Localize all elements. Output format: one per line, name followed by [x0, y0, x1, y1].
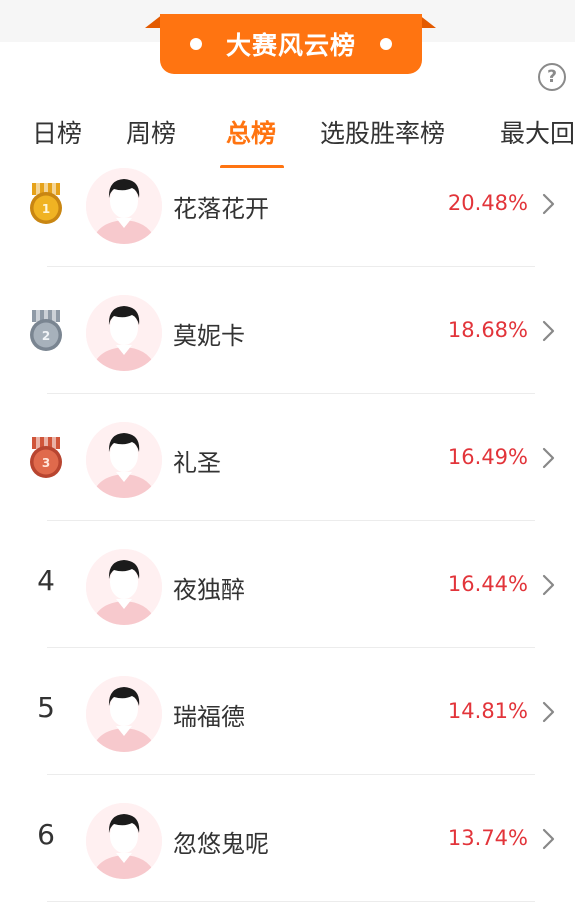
return-rate: 14.81% — [447, 699, 528, 723]
return-rate: 13.74% — [447, 826, 528, 850]
banner-dot-left — [189, 38, 202, 50]
return-rate: 18.68% — [447, 318, 528, 342]
player-name: 莫妮卡 — [173, 322, 245, 350]
avatar[interactable] — [86, 422, 162, 498]
chevron-right-icon[interactable] — [540, 319, 556, 343]
banner: 大赛风云榜 — [160, 14, 422, 74]
ranking-row[interactable]: 6 忽悠鬼呢 13.74% — [0, 775, 575, 902]
rank-number: 4 — [37, 564, 55, 597]
avatar[interactable] — [86, 549, 162, 625]
player-name: 花落花开 — [173, 195, 269, 223]
ranking-row[interactable]: 2 莫妮卡 18.68% — [0, 267, 575, 394]
return-rate: 20.48% — [447, 191, 528, 215]
return-rate: 16.49% — [447, 445, 528, 469]
banner-title: 大赛风云榜 — [225, 31, 356, 60]
ranking-row[interactable]: 4 夜独醉 16.44% — [0, 521, 575, 648]
ranking-row[interactable]: 1 花落花开 20.48% — [0, 140, 575, 267]
avatar[interactable] — [86, 295, 162, 371]
player-name: 礼圣 — [173, 449, 221, 477]
ranking-row[interactable]: 3 礼圣 16.49% — [0, 394, 575, 521]
ranking-row[interactable]: 5 瑞福德 14.81% — [0, 648, 575, 775]
avatar[interactable] — [86, 168, 162, 244]
svg-text:2: 2 — [42, 329, 50, 343]
return-rate: 16.44% — [447, 572, 528, 596]
avatar[interactable] — [86, 803, 162, 879]
bronze-medal-icon: 3 — [28, 436, 64, 480]
rank-number: 6 — [37, 818, 55, 851]
chevron-right-icon[interactable] — [540, 573, 556, 597]
chevron-right-icon[interactable] — [540, 446, 556, 470]
rank-number: 5 — [37, 691, 55, 724]
chevron-right-icon[interactable] — [540, 700, 556, 724]
silver-medal-icon: 2 — [28, 309, 64, 353]
player-name: 夜独醉 — [173, 576, 245, 604]
avatar[interactable] — [86, 676, 162, 752]
banner-dot-right — [380, 38, 392, 50]
chevron-right-icon[interactable] — [540, 827, 556, 851]
row-divider — [47, 901, 535, 902]
gold-medal-icon: 1 — [28, 182, 64, 226]
svg-text:1: 1 — [42, 202, 50, 216]
help-icon[interactable]: ? — [538, 63, 566, 91]
svg-text:3: 3 — [42, 456, 50, 470]
player-name: 忽悠鬼呢 — [173, 830, 269, 858]
chevron-right-icon[interactable] — [540, 192, 556, 216]
player-name: 瑞福德 — [173, 703, 245, 731]
